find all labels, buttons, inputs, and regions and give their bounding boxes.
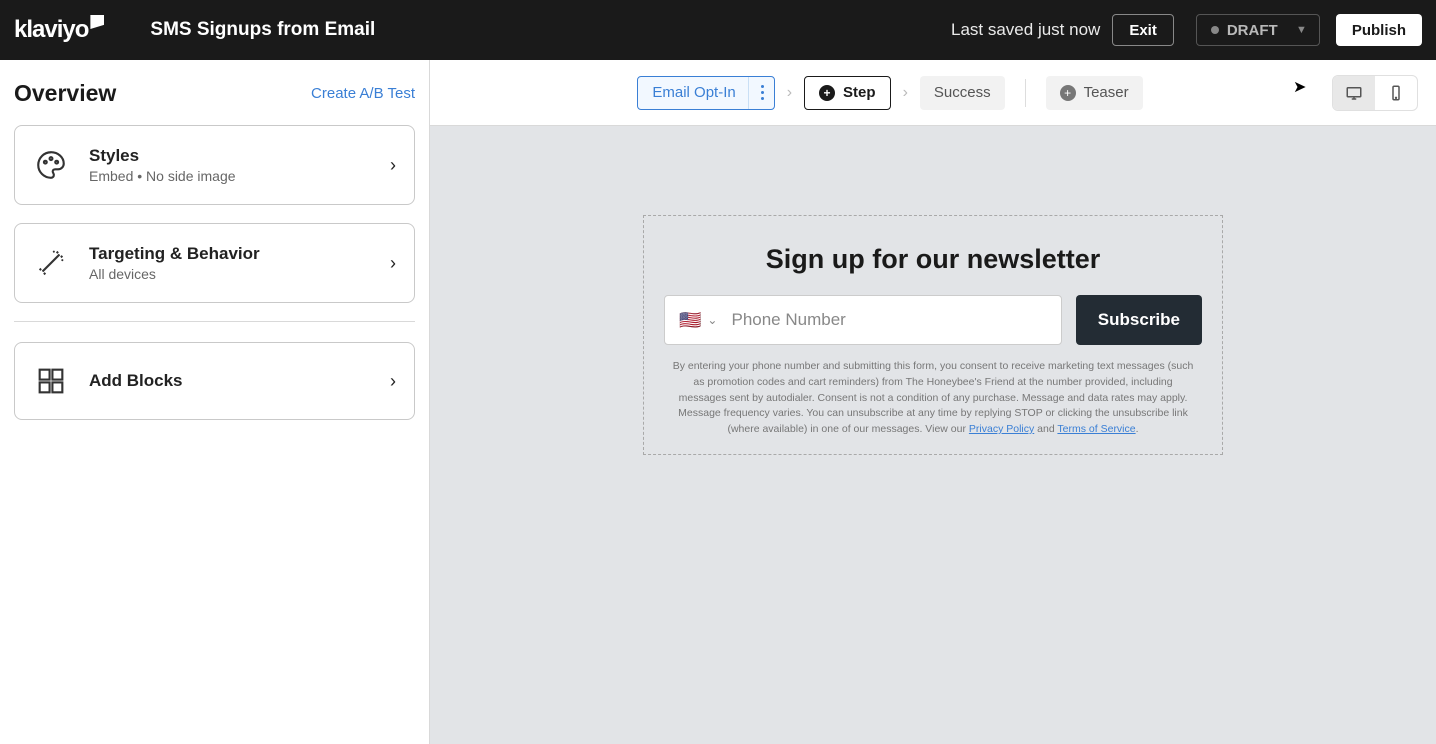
sidebar-title: Overview [14,80,116,107]
legal-and: and [1034,423,1057,435]
chevron-right-icon: › [390,253,396,274]
mobile-view-button[interactable] [1375,76,1417,110]
targeting-card[interactable]: Targeting & Behavior All devices › [14,223,415,303]
canvas: Email Opt-In › + Step › Success + Teaser [430,60,1436,744]
card-subtitle: All devices [89,266,390,282]
top-bar: klaviyo SMS Signups from Email Last save… [0,0,1436,60]
last-saved-text: Last saved just now [951,20,1100,40]
page-title: SMS Signups from Email [150,19,375,41]
chevron-right-icon: › [390,371,396,392]
subscribe-button[interactable]: Subscribe [1076,295,1202,345]
status-dot-icon [1211,26,1219,34]
card-title: Add Blocks [89,371,390,391]
plus-circle-icon: + [1060,85,1076,101]
logo-text: klaviyo [14,16,88,44]
canvas-toolbar: Email Opt-In › + Step › Success + Teaser [430,60,1436,126]
form-heading[interactable]: Sign up for our newsletter [664,244,1202,275]
phone-input[interactable]: 🇺🇸 ⌄ Phone Number [664,295,1062,345]
magic-wand-icon [33,245,69,281]
exit-button[interactable]: Exit [1112,14,1174,46]
phone-placeholder: Phone Number [731,310,845,330]
exit-label: Exit [1129,22,1157,39]
step-navigator: Email Opt-In › + Step › Success + Teaser [637,76,1142,110]
card-subtitle: Embed • No side image [89,168,390,184]
chevron-right-icon: › [783,84,796,102]
logo-mark-icon [90,15,104,29]
legal-text[interactable]: By entering your phone number and submit… [664,359,1202,438]
step-label: Success [934,84,991,101]
card-title: Styles [89,146,390,166]
privacy-policy-link[interactable]: Privacy Policy [969,423,1034,435]
sidebar: Overview Create A/B Test Styles Embed • … [0,60,430,744]
chevron-right-icon: › [899,84,912,102]
plus-circle-icon: + [819,85,835,101]
us-flag-icon[interactable]: 🇺🇸 [679,310,701,331]
add-step-button[interactable]: + Step [804,76,891,110]
step-success[interactable]: Success [920,76,1005,110]
step-label: Teaser [1084,84,1129,101]
caret-down-icon: ▼ [1296,24,1307,36]
blocks-icon [33,363,69,399]
styles-card[interactable]: Styles Embed • No side image › [14,125,415,205]
cursor-icon: ➤ [1293,77,1306,97]
subscribe-label: Subscribe [1098,310,1180,330]
terms-link[interactable]: Terms of Service [1057,423,1135,435]
logo: klaviyo [14,16,104,44]
step-email-opt-in[interactable]: Email Opt-In [637,76,774,110]
publish-label: Publish [1352,22,1406,39]
status-label: DRAFT [1227,22,1278,39]
separator [1025,79,1026,107]
device-toggle [1332,75,1418,111]
card-title: Targeting & Behavior [89,244,390,264]
desktop-view-button[interactable] [1333,76,1375,110]
create-ab-test-link[interactable]: Create A/B Test [311,85,415,102]
chevron-right-icon: › [390,155,396,176]
add-teaser-button[interactable]: + Teaser [1046,76,1143,110]
step-label: Step [843,84,876,101]
form-preview[interactable]: Sign up for our newsletter 🇺🇸 ⌄ Phone Nu… [643,215,1223,455]
kebab-icon[interactable] [757,85,768,100]
status-dropdown[interactable]: DRAFT ▼ [1196,14,1320,46]
palette-icon [33,147,69,183]
legal-period: . [1136,423,1139,435]
caret-down-icon[interactable]: ⌄ [707,313,717,327]
add-blocks-card[interactable]: Add Blocks › [14,342,415,420]
publish-button[interactable]: Publish [1336,14,1422,46]
step-label: Email Opt-In [652,84,735,101]
divider [14,321,415,322]
mobile-icon [1387,84,1405,102]
desktop-icon [1345,84,1363,102]
